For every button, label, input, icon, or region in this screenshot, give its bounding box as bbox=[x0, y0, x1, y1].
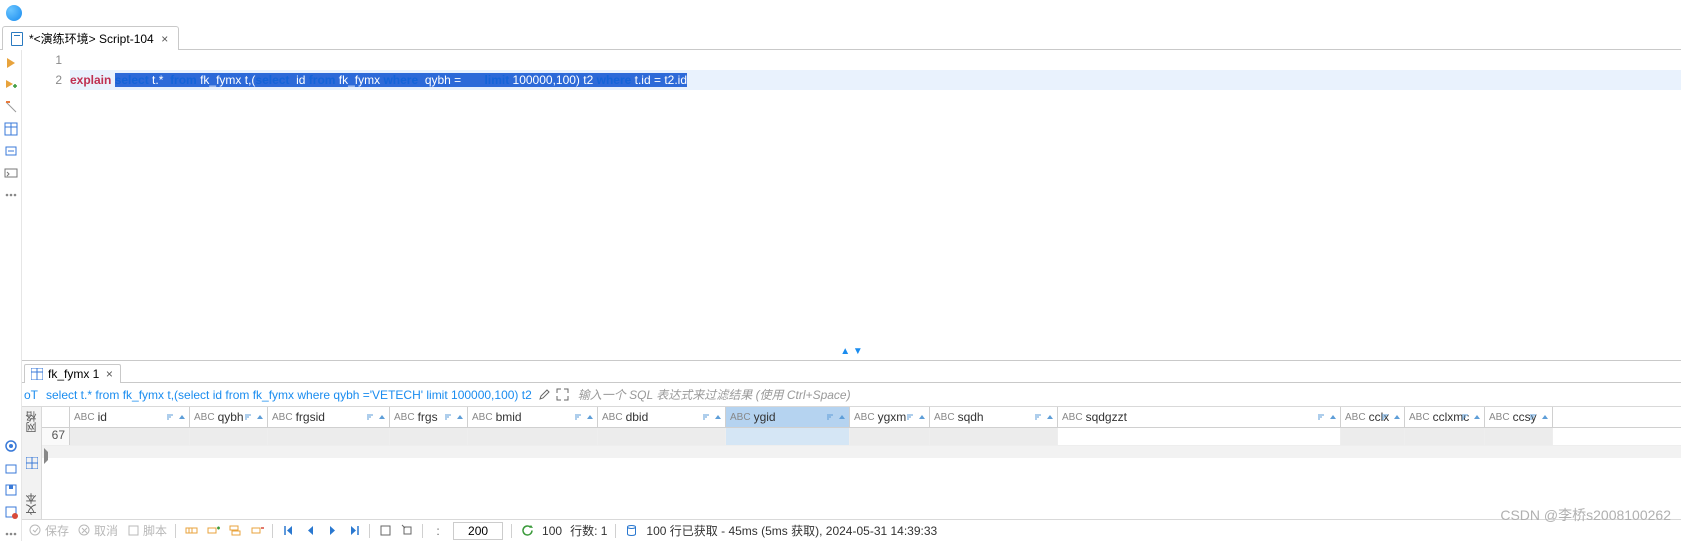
close-icon[interactable]: × bbox=[104, 367, 114, 381]
column-header-sqdgzzt[interactable]: ABCsqdgzzt bbox=[1058, 407, 1341, 427]
edit-icon[interactable] bbox=[536, 386, 554, 404]
detach-icon[interactable] bbox=[400, 524, 414, 538]
column-header-ygxm[interactable]: ABCygxm bbox=[850, 407, 930, 427]
run-icon[interactable] bbox=[4, 56, 18, 70]
table-icon[interactable] bbox=[4, 122, 18, 136]
editor-tab-bar: *<演练环境> Script-104 × bbox=[0, 26, 1681, 50]
open-icon[interactable] bbox=[4, 461, 18, 475]
expand-toggle[interactable]: ▲ ▼ bbox=[22, 342, 1681, 360]
h-scrollbar[interactable] bbox=[42, 446, 1681, 458]
prev-icon[interactable] bbox=[303, 524, 317, 538]
console-icon[interactable] bbox=[4, 166, 18, 180]
add-row-icon[interactable] bbox=[206, 524, 220, 538]
watermark: CSDN @李桥s2008100262 bbox=[1500, 505, 1671, 525]
column-header-dbid[interactable]: ABCdbid bbox=[598, 407, 726, 427]
sql-editor[interactable]: 1 2 explain select t.* from fk_fymx t,(s… bbox=[22, 50, 1681, 360]
gear-icon[interactable] bbox=[4, 439, 18, 453]
save-icon[interactable] bbox=[4, 483, 18, 497]
edit-row-icon[interactable] bbox=[184, 524, 198, 538]
status-text: 100 行已获取 - 45ms (5ms 获取), 2024-05-31 14:… bbox=[646, 522, 937, 539]
export-icon[interactable] bbox=[378, 524, 392, 538]
refresh-icon[interactable] bbox=[520, 524, 534, 538]
stop-icon[interactable] bbox=[4, 100, 18, 114]
status-bar: 保存 取消 脚本 : 100 bbox=[22, 519, 1681, 541]
sql-toggle-icon[interactable]: oT bbox=[22, 386, 40, 404]
left-rail bbox=[0, 50, 22, 541]
gutter-line: 2 bbox=[22, 70, 62, 90]
db-icon bbox=[624, 524, 638, 538]
code-line[interactable]: explain select t.* from fk_fymx t,(selec… bbox=[70, 70, 1681, 90]
column-header-frgs[interactable]: ABCfrgs bbox=[390, 407, 468, 427]
fetch-size-input[interactable] bbox=[453, 522, 503, 540]
sql-file-icon bbox=[11, 32, 23, 46]
first-icon[interactable] bbox=[281, 524, 295, 538]
table-row[interactable]: 67 bbox=[42, 428, 1681, 446]
column-header-frgsid[interactable]: ABCfrgsid bbox=[268, 407, 390, 427]
save-warn-icon[interactable] bbox=[4, 505, 18, 519]
grid-icon bbox=[31, 368, 43, 380]
column-header-sqdh[interactable]: ABCsqdh bbox=[930, 407, 1058, 427]
row-number: 67 bbox=[42, 428, 70, 445]
column-header-id[interactable]: ABCid bbox=[70, 407, 190, 427]
query-text: select t.* from fk_fymx t,(select id fro… bbox=[40, 388, 536, 402]
code-line[interactable] bbox=[70, 50, 1681, 70]
close-icon[interactable]: × bbox=[160, 32, 170, 46]
column-header-qybh[interactable]: ABCqybh bbox=[190, 407, 268, 427]
column-header-cclx[interactable]: ABCcclx bbox=[1341, 407, 1405, 427]
script-button[interactable]: 脚本 bbox=[126, 522, 167, 539]
rows-label: 行数: 1 bbox=[570, 522, 607, 539]
run-new-icon[interactable] bbox=[4, 78, 18, 92]
gutter-line: 1 bbox=[22, 50, 62, 70]
editor-tab-label: *<演练环境> Script-104 bbox=[29, 30, 154, 47]
result-tab-label: fk_fymx 1 bbox=[48, 367, 99, 381]
column-header-ygid[interactable]: ABCygid bbox=[726, 407, 850, 427]
del-row-icon[interactable] bbox=[250, 524, 264, 538]
column-header-cclxmc[interactable]: ABCcclxmc bbox=[1405, 407, 1485, 427]
grid-side-label2[interactable]: 文本 bbox=[24, 493, 40, 515]
config-icon[interactable]: : bbox=[431, 524, 445, 538]
grid-side-label[interactable]: 网格 bbox=[24, 411, 40, 433]
filter-input[interactable]: 输入一个 SQL 表达式来过滤结果 (使用 Ctrl+Space) bbox=[572, 384, 1681, 405]
save-button[interactable]: 保存 bbox=[28, 522, 69, 539]
next-icon[interactable] bbox=[325, 524, 339, 538]
explain-icon[interactable] bbox=[4, 144, 18, 158]
grid-mode-icon[interactable] bbox=[26, 457, 38, 469]
result-tab[interactable]: fk_fymx 1 × bbox=[24, 364, 121, 383]
column-header-ccsy[interactable]: ABCccsy bbox=[1485, 407, 1553, 427]
editor-tab[interactable]: *<演练环境> Script-104 × bbox=[2, 26, 179, 50]
more2-icon[interactable] bbox=[4, 527, 18, 541]
expand-icon[interactable] bbox=[554, 386, 572, 404]
cancel-button[interactable]: 取消 bbox=[77, 522, 118, 539]
last-icon[interactable] bbox=[347, 524, 361, 538]
more-icon[interactable] bbox=[4, 188, 18, 202]
rows-count: 100 bbox=[542, 524, 562, 538]
dup-row-icon[interactable] bbox=[228, 524, 242, 538]
app-icon bbox=[6, 5, 22, 21]
column-header-bmid[interactable]: ABCbmid bbox=[468, 407, 598, 427]
